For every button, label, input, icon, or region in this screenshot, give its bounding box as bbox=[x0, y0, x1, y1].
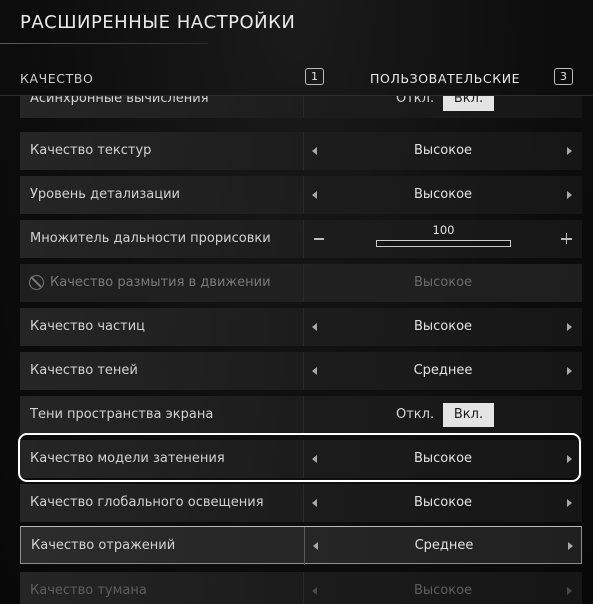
tab-custom[interactable]: ПОЛЬЗОВАТЕЛЬСКИЕ bbox=[370, 71, 520, 86]
setting-value: Высокое bbox=[413, 143, 473, 158]
arrow-right-icon[interactable] bbox=[568, 542, 573, 550]
setting-label: Качество тумана bbox=[30, 583, 147, 598]
toggle-off-option[interactable]: Откл. bbox=[396, 96, 434, 106]
page-title: РАСШИРЕННЫЕ НАСТРОЙКИ bbox=[20, 12, 296, 33]
setting-selector: Высокое bbox=[303, 264, 582, 302]
toggle-on-option[interactable]: Вкл. bbox=[443, 403, 494, 427]
setting-label: Качество отражений bbox=[31, 538, 176, 553]
tab-quality[interactable]: КАЧЕСТВО bbox=[20, 71, 93, 86]
plus-icon-stem bbox=[565, 233, 568, 244]
setting-selector: Высокое bbox=[303, 132, 582, 170]
setting-label: Качество размытия в движении bbox=[50, 275, 271, 290]
setting-row-detail-level[interactable]: Уровень детализации Высокое bbox=[20, 176, 582, 214]
tab-prev-key-hint[interactable]: 1 bbox=[305, 68, 324, 85]
setting-selector: Среднее bbox=[303, 352, 582, 390]
setting-label: Уровень детализации bbox=[30, 187, 180, 202]
setting-row-draw-distance[interactable]: Множитель дальности прорисовки 100 bbox=[20, 220, 582, 258]
slider-track[interactable] bbox=[376, 240, 511, 247]
setting-label: Качество частиц bbox=[30, 319, 146, 334]
setting-value: Высокое bbox=[413, 495, 473, 510]
setting-toggle: Откл. Вкл. bbox=[303, 96, 582, 118]
highlight-frame bbox=[18, 433, 581, 482]
arrow-right-icon[interactable] bbox=[567, 323, 572, 331]
setting-selector: Высокое bbox=[303, 572, 582, 604]
toggle-on-option[interactable]: Вкл. bbox=[443, 96, 494, 111]
disabled-icon bbox=[29, 275, 44, 290]
settings-list: Асинхронные вычисления Откл. Вкл. Качест… bbox=[0, 96, 593, 604]
setting-selector: Высокое bbox=[303, 484, 582, 522]
setting-label: Асинхронные вычисления bbox=[30, 96, 209, 106]
setting-row-async-compute[interactable]: Асинхронные вычисления Откл. Вкл. bbox=[20, 96, 582, 118]
setting-toggle: Откл. Вкл. bbox=[303, 396, 582, 434]
setting-label: Множитель дальности прорисовки bbox=[30, 231, 271, 246]
slider-value: 100 bbox=[432, 223, 455, 237]
setting-label: Тени пространства экрана bbox=[30, 407, 214, 422]
setting-label: Качество теней bbox=[30, 363, 138, 378]
setting-value: Среднее bbox=[413, 363, 473, 378]
setting-value: Высокое bbox=[413, 583, 473, 598]
setting-slider: 100 bbox=[303, 220, 582, 258]
setting-row-shadow-quality[interactable]: Качество теней Среднее bbox=[20, 352, 582, 390]
setting-value: Высокое bbox=[413, 319, 473, 334]
setting-row-motion-blur: Качество размытия в движении Высокое bbox=[20, 264, 582, 302]
toggle-off-option[interactable]: Откл. bbox=[396, 407, 434, 422]
setting-label: Качество текстур bbox=[30, 143, 152, 158]
setting-row-fog-quality[interactable]: Качество тумана Высокое bbox=[20, 572, 582, 604]
setting-label: Качество глобального освещения bbox=[30, 495, 264, 510]
setting-selector: Высокое bbox=[303, 308, 582, 346]
arrow-right-icon[interactable] bbox=[567, 499, 572, 507]
quality-tabs: КАЧЕСТВО 1 ПОЛЬЗОВАТЕЛЬСКИЕ 3 bbox=[0, 62, 593, 96]
setting-selector: Среднее bbox=[304, 527, 583, 565]
arrow-right-icon[interactable] bbox=[567, 191, 572, 199]
title-divider bbox=[0, 43, 208, 44]
tab-next-key-hint[interactable]: 3 bbox=[554, 68, 573, 85]
setting-value: Высокое bbox=[413, 187, 473, 202]
arrow-right-icon[interactable] bbox=[567, 587, 572, 595]
setting-row-texture-quality[interactable]: Качество текстур Высокое bbox=[20, 132, 582, 170]
setting-row-particle-quality[interactable]: Качество частиц Высокое bbox=[20, 308, 582, 346]
setting-value: Среднее bbox=[414, 538, 474, 553]
minus-icon[interactable] bbox=[314, 238, 324, 240]
arrow-right-icon[interactable] bbox=[567, 147, 572, 155]
arrow-right-icon[interactable] bbox=[567, 367, 572, 375]
setting-value: Высокое bbox=[413, 275, 473, 290]
setting-row-screen-space-shadows[interactable]: Тени пространства экрана Откл. Вкл. bbox=[20, 396, 582, 434]
setting-row-reflection-quality[interactable]: Качество отражений Среднее bbox=[20, 526, 583, 565]
setting-row-global-illumination[interactable]: Качество глобального освещения Высокое bbox=[20, 484, 582, 522]
setting-selector: Высокое bbox=[303, 176, 582, 214]
